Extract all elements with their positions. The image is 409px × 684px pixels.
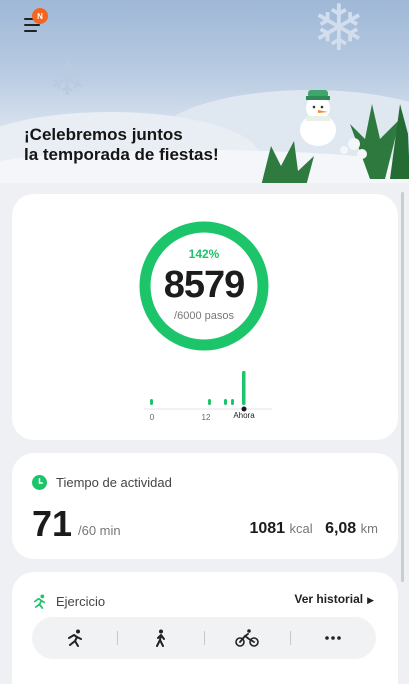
km-value: 6,08 [325, 520, 357, 537]
chart-tick-label: 0 [150, 413, 155, 422]
walking-icon [155, 629, 165, 647]
notification-badge: N [32, 8, 48, 24]
activity-goal: /60 min [78, 523, 121, 538]
activity-header: Tiempo de actividad [32, 475, 172, 490]
menu-line [24, 24, 40, 26]
banner-title-line: la temporada de fiestas! [24, 145, 219, 164]
exercise-card[interactable]: Ejercicio Ver historial ▶ [12, 572, 398, 684]
kcal-unit: kcal [289, 521, 313, 536]
exercise-title: Ejercicio [56, 594, 106, 609]
chart-bar [208, 399, 211, 405]
steps-count: 8579 [163, 264, 246, 306]
cycling-icon [235, 629, 259, 647]
snowflake-icon: ❄ [312, 0, 366, 66]
clock-icon [32, 475, 47, 490]
steps-ring-text: 142% 8579 /6000 pasos [138, 220, 270, 352]
walking-shortcut[interactable] [118, 617, 203, 659]
cycling-shortcut[interactable] [205, 617, 290, 659]
scrollbar[interactable] [401, 192, 404, 582]
steps-percent: 142% [188, 247, 220, 261]
more-shortcut[interactable] [291, 617, 376, 659]
chart-bar [150, 399, 153, 405]
holiday-banner[interactable]: ❄ ❄ N ¡Celebremos juntos la temporada de… [0, 0, 409, 183]
running-icon [67, 629, 82, 647]
arrow-right-icon: ▶ [367, 595, 374, 605]
steps-card[interactable]: 142% 8579 /6000 pasos 0 12 Ahora [12, 194, 398, 440]
chart-bar [242, 371, 246, 405]
view-history-link[interactable]: Ver historial ▶ [294, 592, 374, 606]
kcal-value: 1081 [249, 520, 286, 537]
exercise-header: Ejercicio [32, 594, 105, 609]
activity-card[interactable]: Tiempo de actividad 71 /60 min 1081 kcal… [12, 453, 398, 559]
activity-stats: 1081 kcal 6,08 km [249, 520, 378, 538]
running-figure-icon [33, 594, 46, 609]
holly-icon [261, 141, 314, 183]
steps-hourly-chart: 0 12 Ahora [144, 371, 272, 422]
menu-line [24, 30, 37, 32]
banner-title-line: ¡Celebremos juntos [24, 125, 183, 144]
steps-ring: 142% 8579 /6000 pasos [138, 220, 270, 352]
holly-icon [340, 104, 409, 179]
view-history-label: Ver historial [294, 592, 364, 606]
chart-bar [231, 399, 234, 405]
steps-goal: /6000 pasos [174, 310, 234, 322]
banner-title: ¡Celebremos juntos la temporada de fiest… [24, 125, 219, 165]
activity-minutes: 71 [32, 503, 73, 544]
chart-tick-label: 12 [202, 413, 211, 422]
chart-bar [224, 399, 227, 405]
snowflake-icon: ❄ [48, 52, 87, 106]
activity-title: Tiempo de actividad [56, 475, 172, 490]
km-unit: km [360, 521, 378, 536]
more-icon [325, 636, 342, 640]
running-shortcut[interactable] [32, 617, 117, 659]
exercise-shortcuts [32, 617, 376, 659]
chart-tick-label: Ahora [233, 411, 255, 420]
